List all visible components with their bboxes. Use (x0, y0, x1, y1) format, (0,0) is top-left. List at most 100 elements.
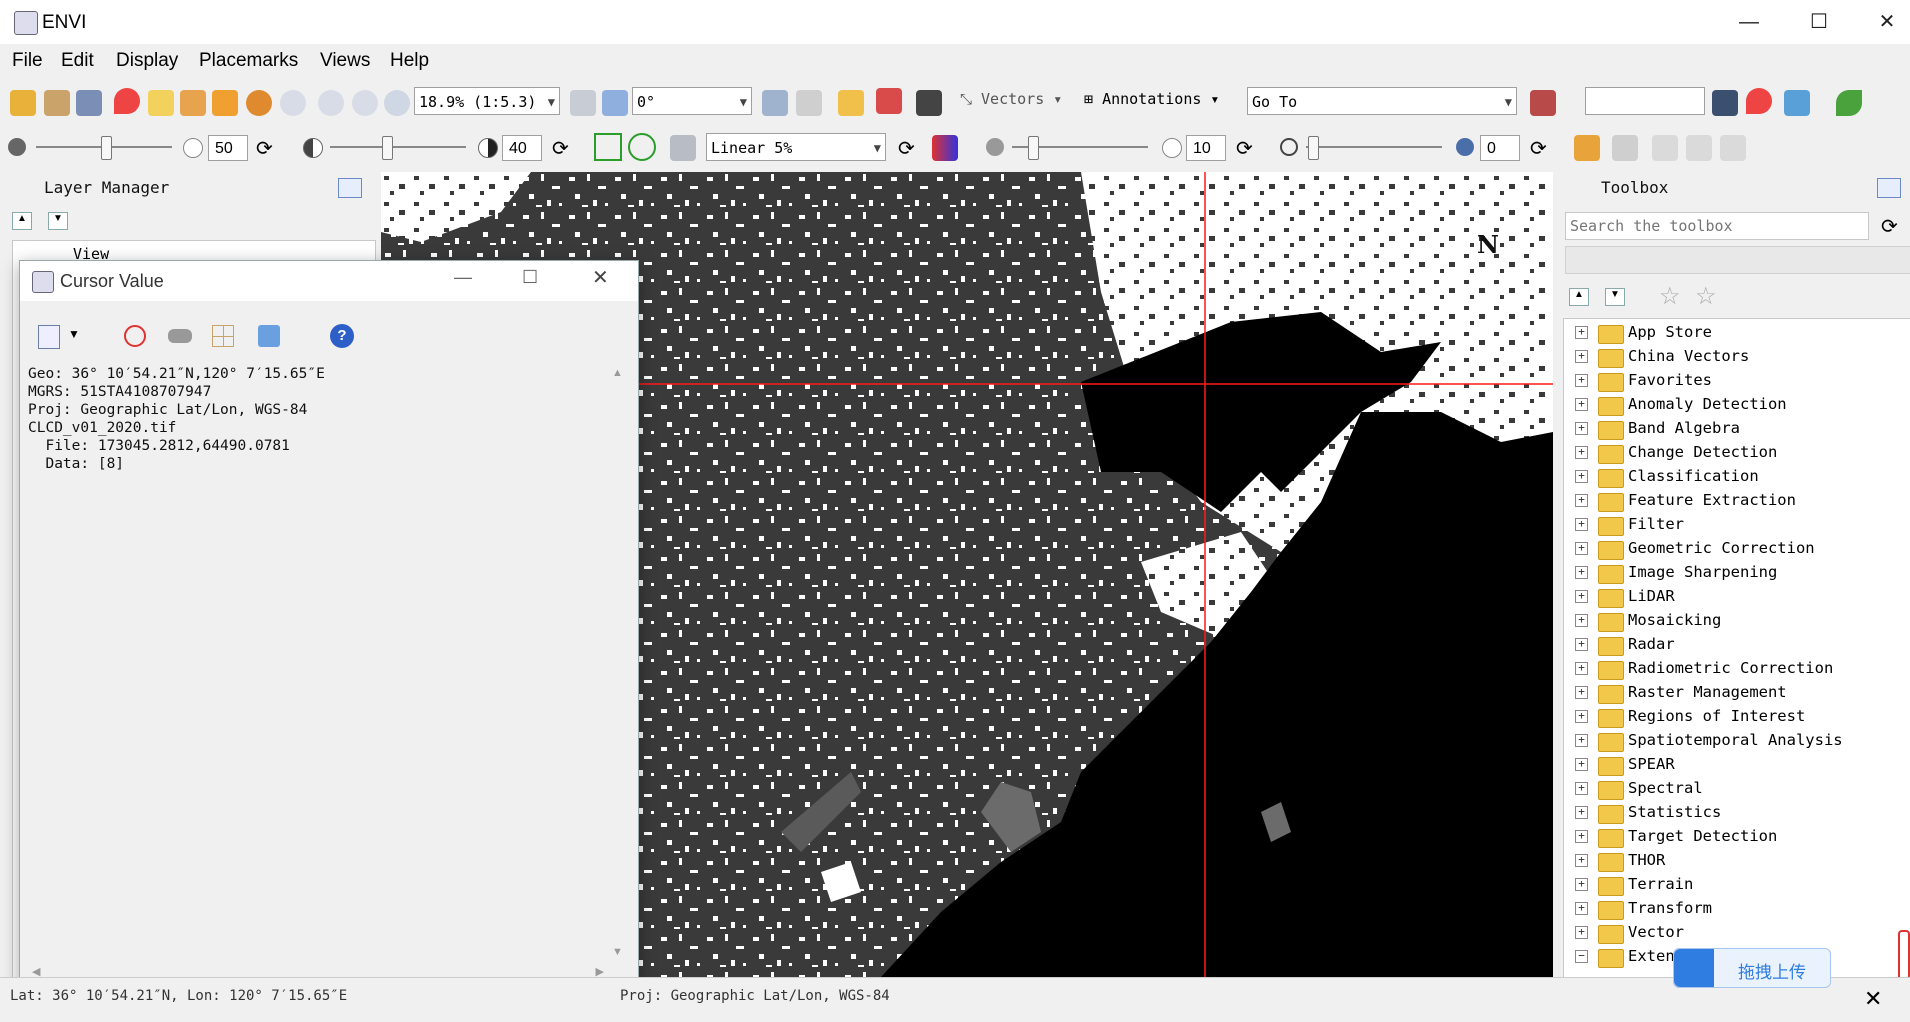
toolbox-item[interactable]: + Radiometric Correction (1564, 657, 1894, 681)
data-manager-icon[interactable] (44, 90, 70, 116)
stretch-fullextent-icon[interactable] (594, 133, 622, 161)
toolbox-item[interactable]: + Image Sharpening (1564, 561, 1894, 585)
collapse-up-icon[interactable]: ▲ (12, 212, 32, 230)
cursor-value-vscroll[interactable]: ▲ ▼ (608, 365, 628, 960)
maximize-button[interactable]: ☐ (1790, 6, 1848, 38)
reset-sharpen-icon[interactable]: ⟳ (1236, 136, 1253, 161)
expand-icon[interactable]: + (1575, 806, 1588, 819)
portal-icon[interactable] (1574, 135, 1600, 161)
toolbox-item[interactable]: + Transform (1564, 897, 1894, 921)
chevron-down-icon[interactable]: ▼ (68, 327, 80, 341)
rotate-view-icon[interactable] (602, 90, 628, 116)
expand-icon[interactable]: + (1575, 614, 1588, 627)
expand-icon[interactable]: − (1575, 950, 1588, 963)
expand-icon[interactable]: + (1575, 782, 1588, 795)
help-icon[interactable]: ? (330, 324, 354, 348)
vectors-dropdown[interactable]: ⤡ Vectors ▾ (960, 90, 1062, 108)
view-layout-icon[interactable] (1720, 135, 1746, 161)
cursor-value-titlebar[interactable]: Cursor Value — ☐ ✕ (20, 261, 638, 301)
rotation-combo[interactable]: 0° ▼ (632, 87, 752, 115)
minimize-button[interactable]: — (454, 267, 472, 288)
menu-placemarks[interactable]: Placemarks (199, 50, 298, 72)
expand-down-icon[interactable]: ▼ (48, 212, 68, 230)
contrast-value[interactable]: 40 (502, 135, 542, 161)
annotations-dropdown[interactable]: ⊞ Annotations ▾ (1084, 90, 1219, 108)
expand-icon[interactable]: + (1575, 446, 1588, 459)
reset-transparency-icon[interactable]: ⟳ (1530, 136, 1547, 161)
quick-input[interactable] (1585, 87, 1705, 115)
expand-icon[interactable]: + (1575, 878, 1588, 891)
toolbox-item[interactable]: + Target Detection (1564, 825, 1894, 849)
collapse-up-icon[interactable]: ▲ (1569, 288, 1589, 306)
leaf-icon[interactable] (1836, 90, 1862, 116)
maximize-button[interactable]: ☐ (522, 267, 538, 288)
expand-icon[interactable]: + (1575, 854, 1588, 867)
save-icon[interactable] (1712, 90, 1738, 116)
toolbox-item[interactable]: + Radar (1564, 633, 1894, 657)
menu-views[interactable]: Views (320, 50, 370, 72)
scroll-down-icon[interactable]: ▼ (612, 946, 623, 958)
transparency-value[interactable]: 0 (1480, 135, 1520, 161)
toolbox-search-input[interactable] (1565, 212, 1869, 240)
toolbox-item[interactable]: + Change Detection (1564, 441, 1894, 465)
transparency-slider-thumb[interactable] (1308, 136, 1319, 160)
expand-icon[interactable]: + (1575, 542, 1588, 555)
expand-icon[interactable]: + (1575, 590, 1588, 603)
rotate-north-icon[interactable] (570, 90, 596, 116)
expand-icon[interactable]: + (1575, 758, 1588, 771)
vertical-scrollbar-thumb[interactable] (1898, 930, 1910, 980)
minimize-button[interactable]: — (1720, 6, 1778, 38)
toolbox-item[interactable]: + Classification (1564, 465, 1894, 489)
color-table-icon[interactable] (932, 135, 958, 161)
expand-icon[interactable]: + (1575, 710, 1588, 723)
toolbox-item[interactable]: + Geometric Correction (1564, 537, 1894, 561)
toolbox-item[interactable]: + Raster Management (1564, 681, 1894, 705)
expand-icon[interactable]: + (1575, 902, 1588, 915)
zoom-out-icon[interactable] (352, 90, 378, 116)
toolbox-item[interactable]: + Spectral (1564, 777, 1894, 801)
refresh-icon[interactable]: ⟳ (1881, 214, 1898, 239)
rotate-icon[interactable] (246, 90, 272, 116)
expand-icon[interactable]: + (1575, 734, 1588, 747)
brightness-value[interactable]: 50 (208, 135, 248, 161)
transparency-slider[interactable] (1306, 146, 1442, 148)
toolbox-item[interactable]: + Feature Extraction (1564, 489, 1894, 513)
menu-file[interactable]: File (12, 50, 43, 72)
brightness-slider-thumb[interactable] (101, 136, 112, 160)
menu-edit[interactable]: Edit (61, 50, 94, 72)
toolbox-item[interactable]: + Spatiotemporal Analysis (1564, 729, 1894, 753)
panel-pin-icon[interactable] (1877, 178, 1901, 198)
expand-icon[interactable]: + (1575, 374, 1588, 387)
close-button[interactable]: ✕ (1858, 6, 1910, 38)
swipe-icon[interactable] (1686, 135, 1712, 161)
expand-icon[interactable]: + (1575, 470, 1588, 483)
placemark-icon[interactable] (114, 88, 140, 114)
stretch-options-icon[interactable] (670, 135, 696, 161)
expand-icon[interactable]: + (1575, 638, 1588, 651)
expand-icon[interactable]: + (1575, 566, 1588, 579)
expand-icon[interactable]: + (1575, 398, 1588, 411)
expand-down-icon[interactable]: ▼ (1605, 288, 1625, 306)
toolbox-item[interactable]: + Terrain (1564, 873, 1894, 897)
stretch-combo[interactable]: Linear 5% ▼ (706, 133, 886, 161)
scroll-up-icon[interactable]: ▲ (612, 367, 623, 379)
vector-edit-icon[interactable] (838, 90, 864, 116)
expand-icon[interactable]: + (1575, 326, 1588, 339)
pixel-locator-icon[interactable] (916, 90, 942, 116)
expand-icon[interactable]: + (1575, 350, 1588, 363)
expand-icon[interactable]: + (1575, 518, 1588, 531)
pan-icon[interactable] (180, 90, 206, 116)
star-add-icon[interactable]: ☆ (1695, 282, 1717, 311)
expand-icon[interactable]: + (1575, 422, 1588, 435)
expand-icon[interactable]: + (1575, 662, 1588, 675)
reset-contrast-icon[interactable]: ⟳ (552, 136, 569, 161)
grid-icon[interactable] (212, 325, 234, 347)
toolbox-item[interactable]: + China Vectors (1564, 345, 1894, 369)
toolbox-item[interactable]: + Filter (1564, 513, 1894, 537)
link-icon[interactable] (168, 329, 192, 343)
reset-stretch-icon[interactable]: ⟳ (898, 136, 915, 161)
crosshair-tool-icon[interactable] (762, 90, 788, 116)
expand-icon[interactable]: + (1575, 686, 1588, 699)
zoom-in-icon[interactable] (318, 90, 344, 116)
toolbox-item[interactable]: + Favorites (1564, 369, 1894, 393)
